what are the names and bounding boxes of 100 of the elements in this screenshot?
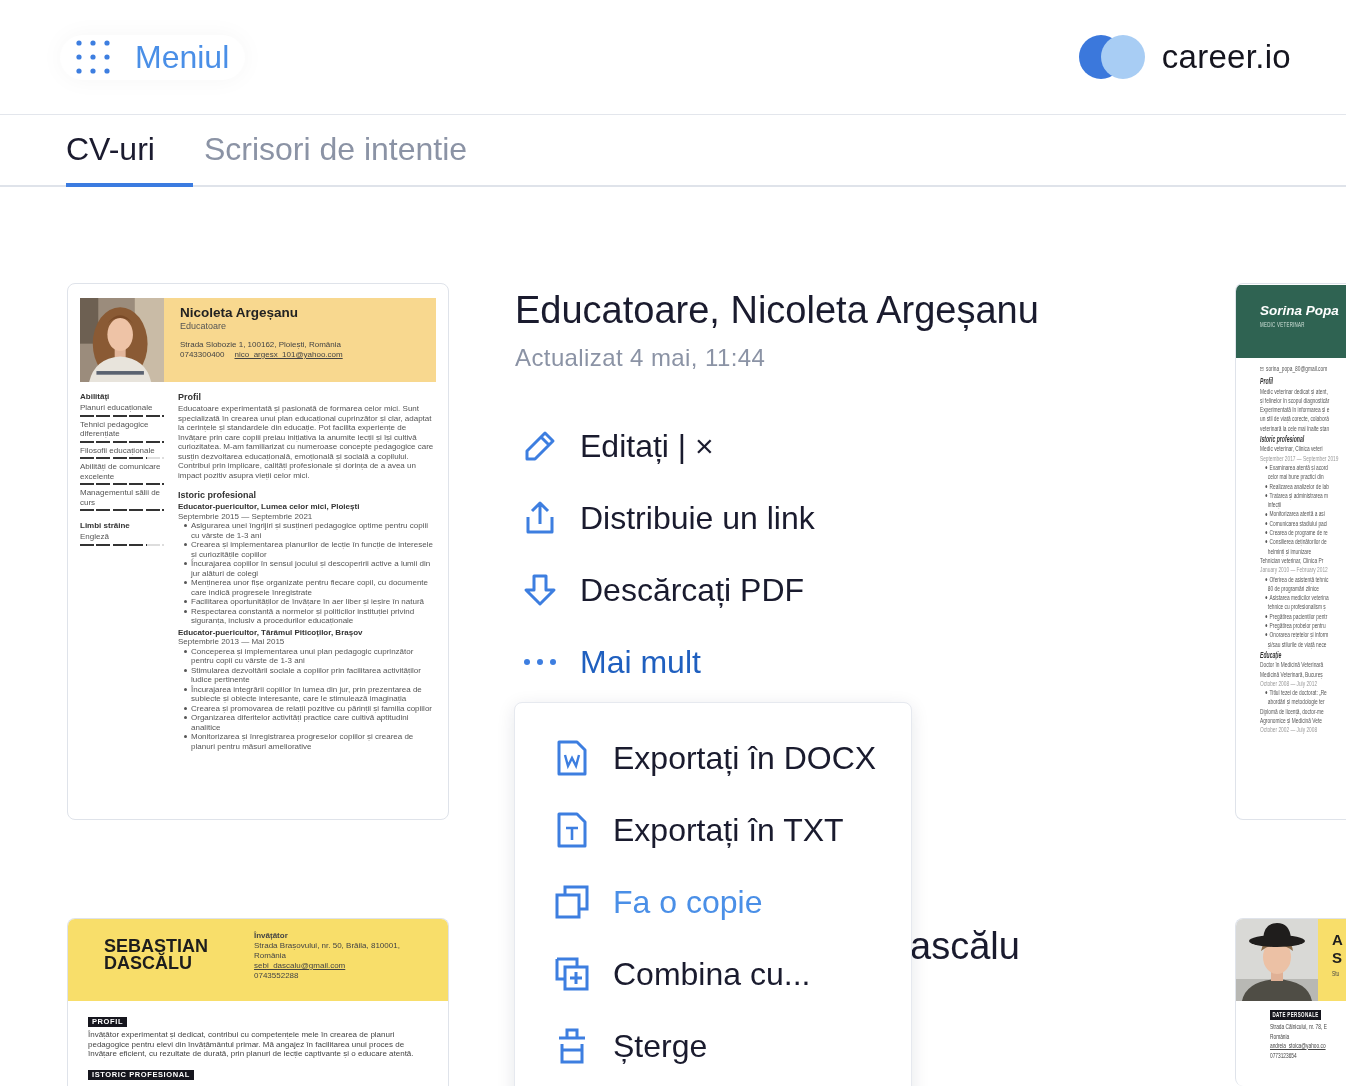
job-bullet: Menținerea unor fișe organizate pentru fiecare copil, cu documente care indică progresele înregistrate	[191, 578, 430, 597]
job-bullet: Monitorizarea și înregistrarea progreselor copiilor și crearea de planuri pentru măsuri ameliorative	[191, 732, 415, 751]
word-file-icon	[555, 740, 589, 776]
logo-text: career.io	[1161, 38, 1291, 76]
combine-icon	[555, 957, 589, 991]
resume-line: Onorarea rețetelor și inform	[1269, 630, 1329, 640]
resume-line: Oferirea de asistență tehnic	[1269, 574, 1329, 584]
resume-line: helminți și imunizare	[1266, 546, 1312, 556]
menu-item[interactable]: Șterge	[515, 1010, 708, 1082]
bullet-icon	[1265, 596, 1268, 600]
resume-line: Comunicarea stadiului paci	[1269, 518, 1328, 529]
logo-icon	[1077, 34, 1146, 80]
bullet-icon	[1265, 521, 1268, 525]
menu-item[interactable]: Exportați în TXT	[515, 794, 844, 866]
resume-address: România	[254, 951, 287, 961]
resume-role: Stu	[1332, 969, 1340, 978]
resume-line: Medic veterinar dedicat și atent,	[1260, 386, 1328, 396]
resume-preview[interactable]	[1235, 283, 1346, 820]
action-button[interactable]: Editați | ×	[515, 410, 714, 482]
resume-line: September 2017 — September 2019	[1260, 453, 1339, 463]
more-icon	[522, 658, 558, 666]
bullet-icon	[184, 668, 187, 672]
job-title: Educator-puericultor, Tărâmul Piticoților, Brașov	[178, 627, 364, 637]
bullet-icon	[184, 706, 187, 710]
resume-line: Experimentată în informarea și e	[1260, 405, 1330, 415]
bullet-icon	[1265, 624, 1268, 628]
resume-line: Tratarea și administrarea m	[1269, 490, 1329, 501]
resume-line: October 2002 — July 2008	[1260, 725, 1318, 735]
section-heading: Abilități	[80, 392, 111, 401]
menu-item[interactable]: Exportați în DOCX	[515, 722, 877, 794]
profile-text: Învățător experimentat și dedicat, contribui cu competențele mele în crearea de planuri pedagogice pentru elevi din învățământul primar. Mă angajez în facilitarea unui proces de învățare eficient, cu rezultate de durată, prin planuri de lecție captivante și o educare atentă.	[88, 1030, 415, 1059]
resume-title: ascălu	[910, 924, 1021, 969]
bullet-icon	[184, 649, 187, 653]
bullet-icon	[184, 609, 187, 613]
resume-role: Educatoare	[180, 321, 228, 331]
resume-line: Istoric profesional	[1260, 435, 1305, 445]
section-heading: Limbi străine	[80, 521, 131, 530]
menu-item[interactable]: Combina cu...	[515, 938, 811, 1010]
action-button[interactable]: Mai mult	[515, 626, 701, 698]
resume-name: Sorina Popa	[1260, 303, 1340, 318]
resume-line: România	[1270, 1031, 1290, 1041]
updated-text: Actualizat 4 mai, 11:44	[515, 343, 767, 373]
resume-line: Consilierea deținătorilor de	[1269, 537, 1327, 547]
job-bullet: Asigurarea unei îngrijiri și susțineri pedagogice optime pentru copiii cu vârste de 1-3 ani	[191, 521, 429, 540]
skill-name: Filosofii educaționale	[80, 445, 156, 455]
bullet-icon	[184, 600, 187, 603]
bullet-icon	[184, 524, 187, 527]
skill-name: Planuri educaționale	[80, 403, 154, 413]
resume-line: Pregătirea probelor pentru	[1269, 621, 1326, 631]
download-icon	[522, 573, 558, 607]
job-dates: Septembrie 2013 — Mai 2015	[178, 637, 286, 647]
bullet-icon	[1265, 512, 1268, 516]
resume-preview[interactable]	[67, 918, 449, 1086]
resume-line: abordări și metodologie ter	[1266, 697, 1325, 707]
job-bullet: Facilitarea oportunităților de învățare în aer liber și ieșire în natură	[191, 597, 424, 607]
resume-line: Realizarea analizelor de lab	[1269, 481, 1329, 491]
job-dates: Septembrie 2015 — Septembrie 2021	[178, 511, 314, 521]
resume-address: Strada Brașovului, nr. 50, Brăila, 810001,	[254, 941, 400, 951]
action-button[interactable]: Distribuie un link	[515, 482, 815, 554]
bullet-icon	[184, 687, 187, 691]
section-heading: Profil	[178, 392, 202, 402]
bullet-icon	[184, 543, 187, 546]
resume-line: celor mai bune practici din	[1266, 472, 1324, 482]
job-bullet: Respectarea constantă a normelor și politicilor instituției privind siguranța, inclusiv a procedurilor educaționale	[191, 606, 416, 626]
resume-line: Medic veterinar, Clinica veteri	[1260, 444, 1323, 454]
resume-address: Strada Slobozie 1, 100162, Ploiești, România	[180, 340, 342, 349]
resume-line: infecții	[1266, 500, 1282, 510]
resume-role: Învățător	[254, 931, 289, 941]
resume-line: Doctor în Medicină Veterinară	[1260, 660, 1324, 670]
bullet-icon	[1265, 614, 1268, 618]
section-heading: Istoric profesional	[178, 490, 258, 500]
resume-line: Monitorizarea atentă a asi	[1269, 509, 1325, 519]
resume-line: un stil de viață corecte, colaborâ	[1260, 414, 1329, 424]
resume-phone: 0743552288	[254, 971, 300, 981]
resume-email: sorina_popa_80@gmail.com	[1266, 364, 1328, 374]
bullet-icon	[184, 581, 187, 584]
resume-email: nico_argesx_101@yahoo.com	[234, 350, 343, 359]
skill-name: Abilități de comunicare excelente	[80, 462, 162, 481]
job-bullet: Organizarea diferitelor activități practice care cultivă aptitudini analitice	[191, 713, 410, 732]
resume-role: MEDIC VETERINAR	[1260, 320, 1305, 329]
resume-line: Titlul tezei de doctorat: „Re	[1269, 688, 1327, 698]
resume-line: veterinară la cele mai înalte stan	[1260, 423, 1330, 434]
resume-line: 0773123654	[1270, 1050, 1297, 1060]
bullet-icon	[1265, 494, 1268, 497]
text-file-icon	[555, 812, 589, 848]
resume-line: Profil	[1260, 377, 1274, 387]
resume-line: și felinelor în scopul diagnosticăr	[1260, 395, 1330, 406]
resume-line: Educație	[1260, 650, 1282, 661]
resume-line: Strada Călnicului, nr. 78, E	[1270, 1022, 1327, 1032]
resume-line: Agronomice și Medicină Vete	[1260, 716, 1322, 726]
resume-name: SEBASTIAN DASCĂLU	[104, 938, 209, 975]
resume-email: sebi_dascalu@gmail.com	[254, 961, 347, 971]
bullet-icon	[184, 716, 187, 719]
job-bullet: Crearea și implementarea planurilor de lecție în funcție de interesele și curiozitățile copiilor	[191, 540, 434, 559]
bullet-icon	[1265, 633, 1268, 637]
resume-line: Examinarea atentă și acord	[1269, 462, 1329, 473]
bullet-icon	[1265, 531, 1268, 535]
resume-phone: 0743300400	[180, 350, 225, 359]
action-button[interactable]: Descărcați PDF	[515, 554, 805, 626]
tab[interactable]: CV-uri	[66, 115, 193, 187]
